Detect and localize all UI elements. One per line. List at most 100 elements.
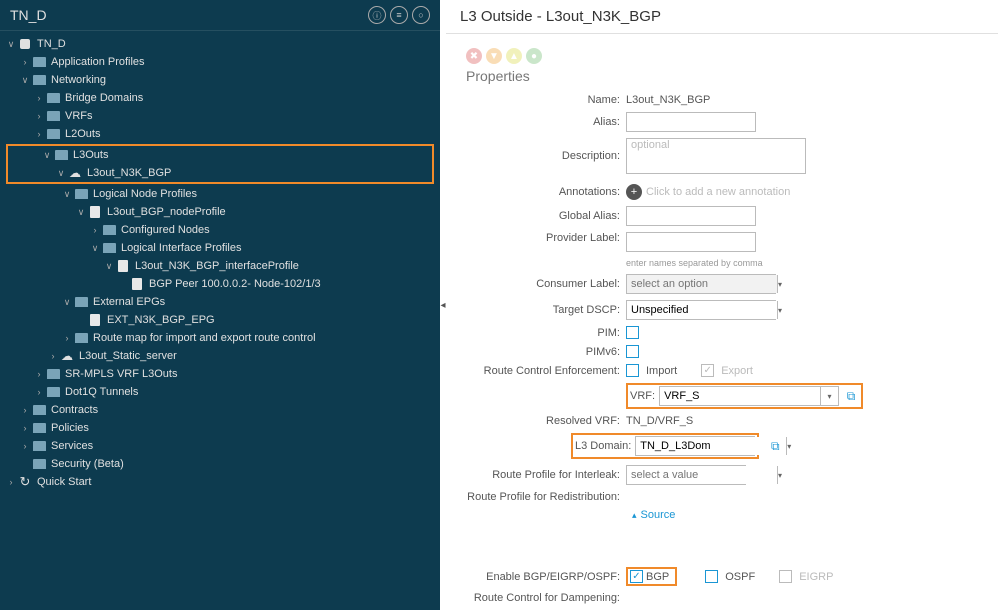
consumer-label-select[interactable]: [627, 275, 777, 293]
l3-domain-select[interactable]: [636, 437, 786, 455]
tree-ext-epg[interactable]: EXT_N3K_BGP_EPG: [0, 311, 440, 329]
bgp-checkbox[interactable]: [630, 570, 643, 583]
label-resolved-vrf: Resolved VRF:: [466, 415, 626, 427]
pim-checkbox[interactable]: [626, 326, 639, 339]
label-pimv6: PIMv6:: [466, 346, 626, 358]
target-dscp-select[interactable]: [627, 301, 777, 319]
ospf-checkbox[interactable]: [705, 570, 718, 583]
folder-icon: [46, 386, 60, 398]
label-interleak: Route Profile for Interleak:: [466, 469, 626, 481]
tree-l2outs[interactable]: ›L2Outs: [0, 125, 440, 143]
tree-l3outs[interactable]: ∨L3Outs: [8, 146, 432, 164]
tree-route-map[interactable]: ›Route map for import and export route c…: [0, 329, 440, 347]
alias-input[interactable]: [626, 112, 756, 132]
tree-dot1q[interactable]: ›Dot1Q Tunnels: [0, 383, 440, 401]
sidebar-header: TN_D ⓘ ≡ ○: [0, 0, 440, 31]
folder-icon: [32, 404, 46, 416]
provider-label-input[interactable]: [626, 232, 756, 252]
folder-icon: [54, 149, 68, 161]
label-name: Name:: [466, 94, 626, 106]
cloud-icon: [60, 350, 74, 362]
fault-major-icon[interactable]: ▼: [486, 48, 502, 64]
description-input[interactable]: [626, 138, 806, 174]
tenant-title: TN_D: [10, 7, 368, 23]
chevron-down-icon[interactable]: ▾: [777, 466, 782, 484]
content-title: L3 Outside - L3out_N3K_BGP: [446, 0, 998, 34]
tree-services[interactable]: ›Services: [0, 437, 440, 455]
tree-contracts[interactable]: ›Contracts: [0, 401, 440, 419]
doc-icon: [130, 278, 144, 290]
tree-vrfs[interactable]: ›VRFs: [0, 107, 440, 125]
chevron-down-icon[interactable]: ▾: [786, 437, 791, 455]
label-global-alias: Global Alias:: [466, 210, 626, 222]
chevron-down-icon[interactable]: ▾: [820, 387, 838, 405]
tree-app-profiles[interactable]: ›Application Profiles: [0, 53, 440, 71]
label-l3-domain: L3 Domain:: [575, 440, 635, 452]
tenant-icon: [18, 38, 32, 50]
folder-icon: [46, 110, 60, 122]
tree-bridge-domains[interactable]: ›Bridge Domains: [0, 89, 440, 107]
tree-logical-interface-profiles[interactable]: ∨Logical Interface Profiles: [0, 239, 440, 257]
tree-policies[interactable]: ›Policies: [0, 419, 440, 437]
doc-icon: [88, 314, 102, 326]
tree-logical-node-profiles[interactable]: ∨Logical Node Profiles: [0, 185, 440, 203]
tree-bgp-nodeprofile[interactable]: ∨L3out_BGP_nodeProfile: [0, 203, 440, 221]
tree-bgp-peer[interactable]: BGP Peer 100.0.0.2- Node-102/1/3: [0, 275, 440, 293]
folder-icon: [102, 224, 116, 236]
properties-heading: Properties: [466, 68, 978, 84]
folder-icon: [74, 296, 88, 308]
header-icon-2[interactable]: ≡: [390, 6, 408, 24]
open-external-icon[interactable]: ⧉: [767, 438, 783, 454]
tree-external-epgs[interactable]: ∨External EPGs: [0, 293, 440, 311]
provider-label-helper: enter names separated by comma: [626, 258, 763, 268]
doc-icon: [116, 260, 130, 272]
folder-icon: [32, 440, 46, 452]
label-dampening: Route Control for Dampening:: [466, 592, 626, 604]
label-provider-label: Provider Label:: [466, 232, 626, 244]
quickstart-icon: [18, 476, 32, 488]
label-pim: PIM:: [466, 327, 626, 339]
folder-icon: [102, 242, 116, 254]
eigrp-checkbox[interactable]: [779, 570, 792, 583]
tree-interface-profile[interactable]: ∨L3out_N3K_BGP_interfaceProfile: [0, 257, 440, 275]
import-checkbox[interactable]: [626, 364, 639, 377]
export-checkbox[interactable]: [701, 364, 714, 377]
open-external-icon[interactable]: ⧉: [843, 388, 859, 404]
collapse-up-icon: ▴: [632, 510, 637, 521]
tree-l3out-static[interactable]: ›L3out_Static_server: [0, 347, 440, 365]
chevron-down-icon[interactable]: ▾: [777, 301, 782, 319]
add-annotation-button[interactable]: +: [626, 184, 642, 200]
tree-configured-nodes[interactable]: ›Configured Nodes: [0, 221, 440, 239]
label-redist: Route Profile for Redistribution:: [466, 491, 626, 503]
header-icon-3[interactable]: ○: [412, 6, 430, 24]
fault-critical-icon[interactable]: ✖: [466, 48, 482, 64]
global-alias-input[interactable]: [626, 206, 756, 226]
fault-minor-icon[interactable]: ▲: [506, 48, 522, 64]
folder-icon: [32, 422, 46, 434]
fault-warning-icon[interactable]: ●: [526, 48, 542, 64]
annotation-hint: Click to add a new annotation: [646, 186, 790, 198]
folder-icon: [32, 56, 46, 68]
label-alias: Alias:: [466, 116, 626, 128]
interleak-select[interactable]: [627, 466, 777, 484]
label-consumer-label: Consumer Label:: [466, 278, 626, 290]
tree-sr-mpls[interactable]: ›SR-MPLS VRF L3Outs: [0, 365, 440, 383]
cloud-icon: [68, 167, 82, 179]
tree-networking[interactable]: ∨Networking: [0, 71, 440, 89]
doc-icon: [88, 206, 102, 218]
tree-l3out-n3k-bgp[interactable]: ∨L3out_N3K_BGP: [8, 164, 432, 182]
tree-security[interactable]: Security (Beta): [0, 455, 440, 473]
vrf-select[interactable]: [660, 387, 820, 405]
folder-icon: [46, 368, 60, 380]
label-annotations: Annotations:: [466, 186, 626, 198]
label-target-dscp: Target DSCP:: [466, 304, 626, 316]
source-toggle[interactable]: ▴ Source: [632, 509, 978, 521]
header-icon-1[interactable]: ⓘ: [368, 6, 386, 24]
chevron-down-icon[interactable]: ▾: [777, 275, 782, 293]
tree-quick-start[interactable]: ›Quick Start: [0, 473, 440, 491]
content-panel: L3 Outside - L3out_N3K_BGP ✖ ▼ ▲ ● Prope…: [446, 0, 998, 610]
sidebar: TN_D ⓘ ≡ ○ ∨TN_D ›Application Profiles ∨…: [0, 0, 440, 610]
tree-root[interactable]: ∨TN_D: [0, 35, 440, 53]
resolved-vrf-value: TN_D/VRF_S: [626, 415, 693, 427]
pimv6-checkbox[interactable]: [626, 345, 639, 358]
